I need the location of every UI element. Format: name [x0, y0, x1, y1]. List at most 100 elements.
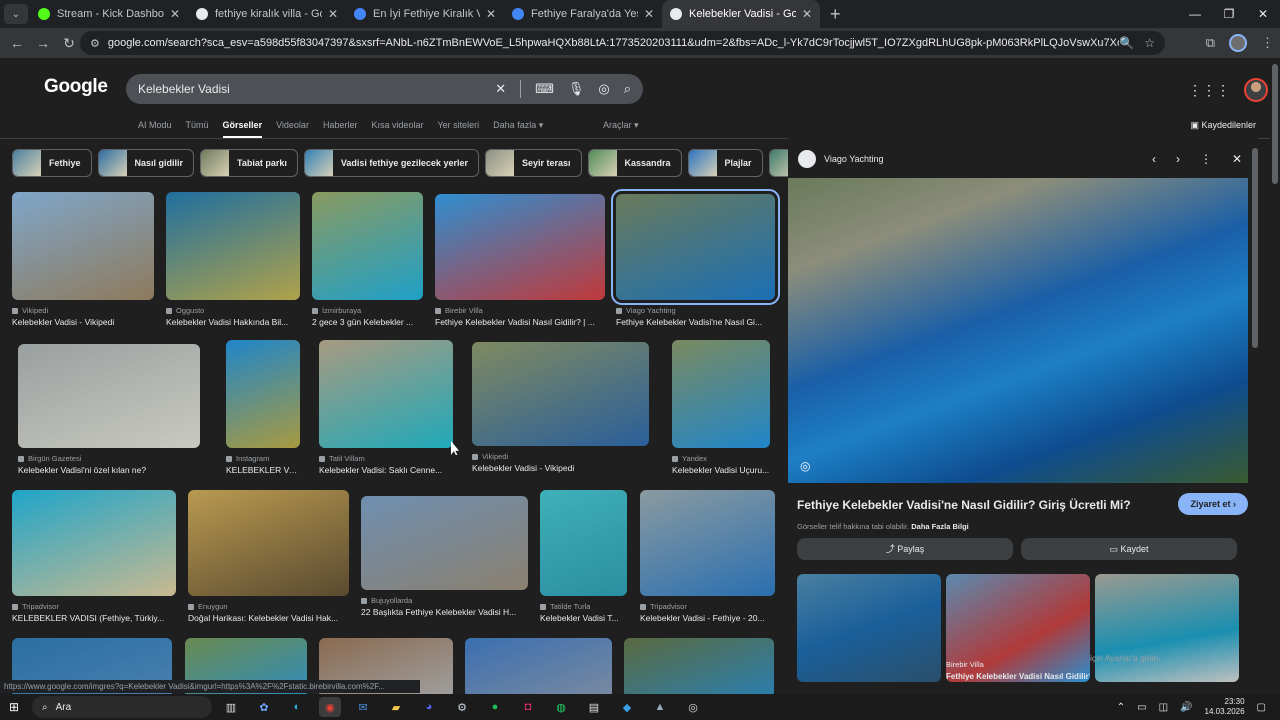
refinement-chip[interactable]: Plajlar: [687, 149, 763, 177]
more-options-icon[interactable]: ⋮: [1200, 152, 1212, 166]
result-thumbnail[interactable]: [226, 340, 300, 448]
result-source[interactable]: Tatil Villam: [319, 454, 453, 463]
edge-icon[interactable]: ◐: [286, 697, 308, 717]
result-caption[interactable]: Kelebekler Vadisi: Saklı Cenne...: [319, 465, 453, 475]
close-tab-icon[interactable]: ✕: [170, 7, 180, 21]
volume-icon[interactable]: 🔊: [1180, 702, 1192, 713]
preview-title[interactable]: Fethiye Kelebekler Vadisi'ne Nasıl Gidil…: [797, 498, 1131, 512]
close-tab-icon[interactable]: ✕: [644, 7, 654, 21]
tray-overflow-icon[interactable]: ⌃: [1117, 702, 1125, 713]
search-input[interactable]: Kelebekler Vadisi: [138, 82, 481, 96]
notepad-icon[interactable]: ▤: [583, 697, 605, 717]
image-result[interactable]: Vikipedi Kelebekler Vadisi - Vikipedi: [12, 192, 154, 327]
result-source[interactable]: Viago Yachting: [616, 306, 775, 315]
back-button[interactable]: ←: [4, 35, 30, 51]
saved-link[interactable]: ▣ Kaydedilenler: [1190, 120, 1256, 131]
whatsapp-icon[interactable]: ◍: [550, 697, 572, 717]
obs-icon[interactable]: ◎: [682, 697, 704, 717]
result-caption[interactable]: Kelebekler Vadisi - Vikipedi: [472, 463, 649, 473]
steam-icon[interactable]: ⚙: [451, 697, 473, 717]
save-button[interactable]: ▭ Kaydet: [1021, 538, 1237, 560]
discord-icon[interactable]: ◕: [418, 697, 440, 717]
new-tab-button[interactable]: +: [830, 4, 841, 25]
image-result[interactable]: Viago Yachting Fethiye Kelebekler Vadisi'…: [611, 189, 780, 327]
more-info-link[interactable]: Daha Fazla Bilgi: [911, 522, 969, 531]
image-result[interactable]: Vikipedi Kelebekler Vadisi - Vikipedi: [472, 342, 649, 473]
search-tab[interactable]: AI Modu: [138, 120, 172, 138]
result-source[interactable]: Vikipedi: [472, 452, 649, 461]
result-caption[interactable]: 2 gece 3 gün Kelebekler ...: [312, 317, 423, 327]
result-caption[interactable]: KELEBEKLER VAD...: [226, 465, 300, 475]
prev-result-icon[interactable]: ‹: [1152, 152, 1156, 166]
minimize-button[interactable]: —: [1178, 0, 1212, 28]
image-result[interactable]: Yandex Kelebekler Vadisi Uçuru...: [672, 340, 770, 475]
image-result[interactable]: [624, 638, 774, 694]
image-result[interactable]: Tatilde Turla Kelebekler Vadisi T...: [540, 490, 627, 623]
result-thumbnail[interactable]: [18, 344, 200, 448]
arrow-app-icon[interactable]: ▲: [649, 697, 671, 717]
panel-scrollbar[interactable]: [1252, 148, 1258, 348]
search-icon[interactable]: ⌕: [624, 81, 631, 97]
image-result[interactable]: Tatil Villam Kelebekler Vadisi: Saklı Cen…: [319, 340, 453, 475]
account-avatar[interactable]: [1244, 78, 1268, 102]
search-tab[interactable]: Videolar: [276, 120, 309, 138]
instagram-icon[interactable]: ◘: [517, 697, 539, 717]
file-explorer-icon[interactable]: ▰: [385, 697, 407, 717]
browser-tab[interactable]: Fethiye Faralya'da Yeşillikler İçe ✕: [504, 0, 662, 28]
vscode-icon[interactable]: ◆: [616, 697, 638, 717]
close-window-button[interactable]: ✕: [1246, 0, 1280, 28]
close-tab-icon[interactable]: ✕: [486, 7, 496, 21]
refinement-chip[interactable]: Seyir terası: [484, 149, 582, 177]
result-caption[interactable]: Kelebekler Vadisi Uçuru...: [672, 465, 770, 475]
extensions-icon[interactable]: ⧉: [1206, 35, 1215, 51]
result-thumbnail[interactable]: [624, 638, 774, 694]
result-source[interactable]: Instagram: [226, 454, 300, 463]
site-info-icon[interactable]: ⚙: [90, 37, 100, 50]
search-tab[interactable]: Kısa videolar: [371, 120, 423, 138]
copilot-icon[interactable]: ✿: [253, 697, 275, 717]
result-source[interactable]: Tatilde Turla: [540, 602, 627, 611]
taskbar-search[interactable]: ⌕ Ara: [32, 696, 212, 718]
browser-tab[interactable]: fethiye kiralık villa - Google'da ✕: [188, 0, 346, 28]
result-source[interactable]: İzmirburaya: [312, 306, 423, 315]
related-image[interactable]: [1095, 574, 1239, 682]
result-thumbnail[interactable]: [465, 638, 612, 694]
search-tab[interactable]: Haberler: [323, 120, 358, 138]
result-caption[interactable]: Kelebekler Vadisi Hakkında Bil...: [166, 317, 300, 327]
apps-grid-icon[interactable]: ⋮⋮⋮: [1188, 82, 1230, 99]
visit-button[interactable]: Ziyaret et ›: [1178, 493, 1248, 515]
result-thumbnail[interactable]: [472, 342, 649, 446]
task-view-icon[interactable]: ▥: [220, 697, 242, 717]
result-source[interactable]: Bujuyollarda: [361, 596, 528, 605]
page-scrollbar[interactable]: [1272, 64, 1278, 184]
result-source[interactable]: Oggusto: [166, 306, 300, 315]
result-thumbnail[interactable]: [540, 490, 627, 596]
result-source[interactable]: Enuygun: [188, 602, 349, 611]
refinement-chip[interactable]: Fethiye: [12, 149, 92, 177]
battery-icon[interactable]: ▭: [1137, 702, 1146, 713]
image-result[interactable]: Bujuyollarda 22 Başlıkta Fethiye Kelebekl…: [361, 496, 528, 617]
tab-search-button[interactable]: ⌄: [4, 4, 28, 24]
search-tab[interactable]: Yer siteleri: [437, 120, 479, 138]
result-thumbnail[interactable]: [12, 490, 176, 596]
result-caption[interactable]: Doğal Harikası: Kelebekler Vadisi Hak...: [188, 613, 349, 623]
result-caption[interactable]: Kelebekler Vadisi - Fethiye - 20...: [640, 613, 775, 623]
forward-button[interactable]: →: [30, 35, 56, 51]
result-thumbnail[interactable]: [312, 192, 423, 300]
result-caption[interactable]: Kelebekler Vadisi - Vikipedi: [12, 317, 154, 327]
reload-button[interactable]: ↻: [56, 35, 82, 52]
search-tab[interactable]: Görseller: [222, 120, 263, 138]
network-icon[interactable]: ◫: [1159, 702, 1168, 713]
clear-icon[interactable]: ✕: [495, 81, 506, 97]
spotify-icon[interactable]: ●: [484, 697, 506, 717]
image-result[interactable]: Enuygun Doğal Harikası: Kelebekler Vadisi…: [188, 490, 349, 623]
profile-avatar[interactable]: [1229, 34, 1247, 52]
result-caption[interactable]: 22 Başlıkta Fethiye Kelebekler Vadisi H.…: [361, 607, 528, 617]
lens-search-icon[interactable]: ◎: [800, 459, 810, 473]
image-result[interactable]: Birebir Villa Fethiye Kelebekler Vadisi N…: [435, 194, 605, 327]
refinement-chip[interactable]: Kassandra: [587, 149, 682, 177]
taskbar-clock[interactable]: 23:30 14.03.2026: [1205, 697, 1245, 717]
keyboard-icon[interactable]: ⌨: [535, 81, 554, 97]
bookmark-star-icon[interactable]: ☆: [1144, 36, 1155, 50]
image-result[interactable]: Tripadvisor Kelebekler Vadisi - Fethiye -…: [640, 490, 775, 623]
